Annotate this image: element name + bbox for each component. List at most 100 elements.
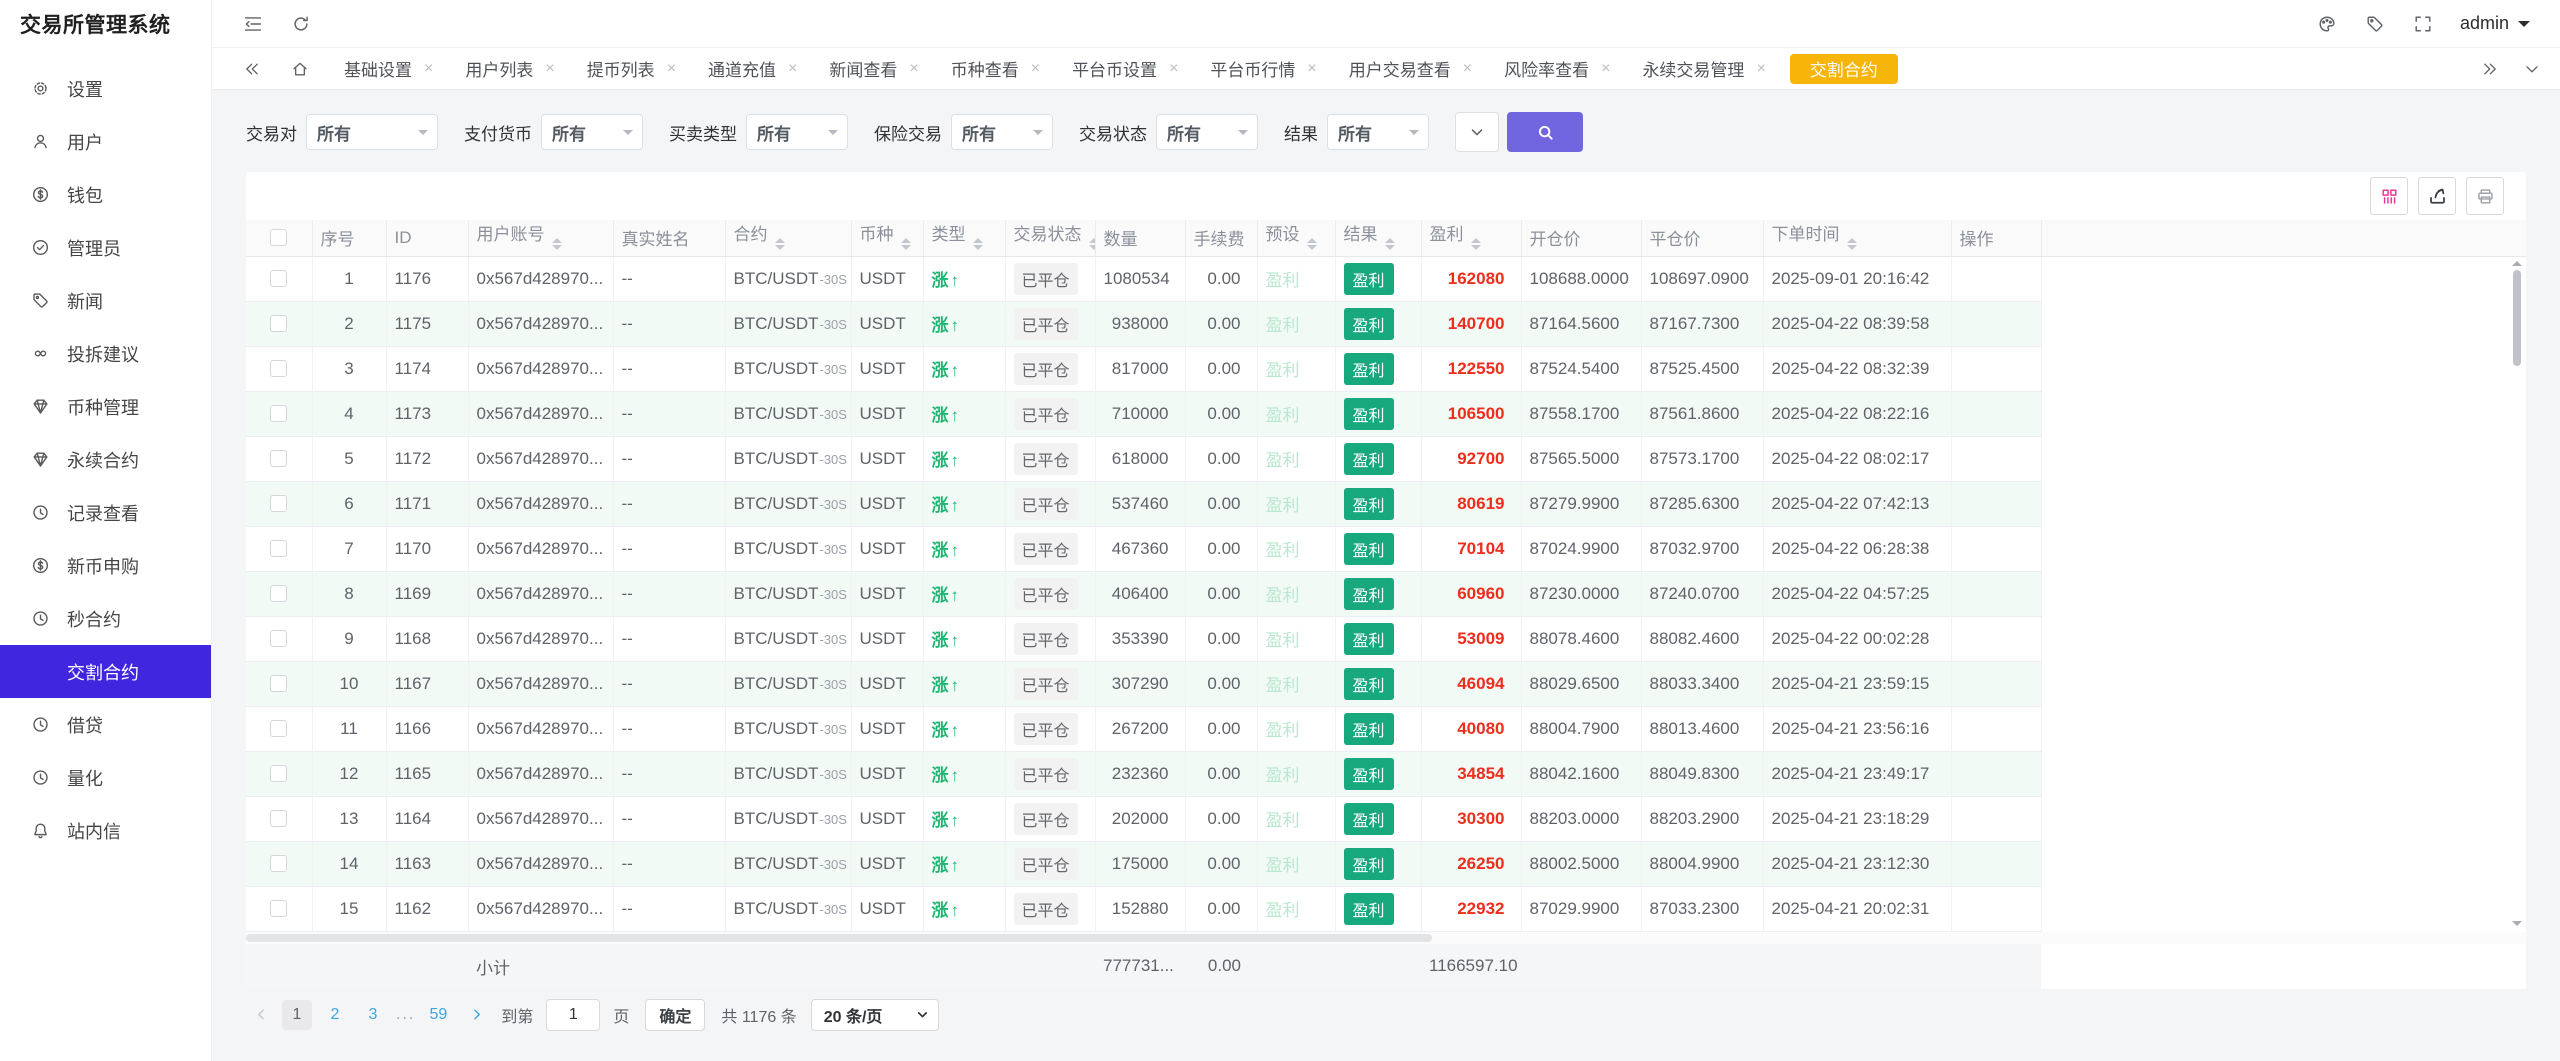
tab-close-icon[interactable]: × [424,61,433,77]
tab[interactable]: 用户交易查看× [1333,48,1488,90]
page-button-3[interactable]: 3 [358,1000,388,1030]
sort-icon[interactable] [1385,233,1395,255]
row-checkbox[interactable] [270,495,287,512]
row-checkbox[interactable] [270,765,287,782]
prev-page-button[interactable] [246,1000,276,1030]
row-checkbox[interactable] [270,630,287,647]
tabs-scroll-right-button[interactable] [2480,59,2500,79]
tab-close-icon[interactable]: × [1601,61,1610,77]
confirm-button[interactable]: 确定 [645,999,705,1031]
sidebar-item[interactable]: 秒合约 [0,592,211,645]
filter-select[interactable]: 所有 [951,114,1053,150]
sidebar-item[interactable]: 管理员 [0,221,211,274]
tab[interactable]: 风险率查看× [1488,48,1626,90]
column-header-preset[interactable]: 预设 [1257,220,1335,256]
sidebar-item[interactable]: 交割合约 [0,645,211,698]
tab-close-icon[interactable]: × [909,61,918,77]
sidebar-item[interactable]: 用户 [0,115,211,168]
tab[interactable]: 币种查看× [935,48,1056,90]
sidebar-item[interactable]: 记录查看 [0,486,211,539]
tab-close-icon[interactable]: × [1756,61,1765,77]
horizontal-scrollbar-thumb[interactable] [246,934,1432,942]
fullscreen-button[interactable] [2412,13,2434,35]
columns-toggle-button[interactable] [2370,177,2408,215]
tab[interactable]: 平台币设置× [1056,48,1194,90]
column-header-coin[interactable]: 币种 [851,220,923,256]
column-header-profit[interactable]: 盈利 [1421,220,1521,256]
filter-select[interactable]: 所有 [1327,114,1429,150]
sidebar-item[interactable]: 币种管理 [0,380,211,433]
tab-close-icon[interactable]: × [667,61,676,77]
sort-icon[interactable] [1307,233,1317,255]
sort-icon[interactable] [901,233,911,255]
tab[interactable]: 基础设置× [328,48,449,90]
filter-select[interactable]: 所有 [746,114,848,150]
tab-close-icon[interactable]: × [1463,61,1472,77]
search-button[interactable] [1507,112,1583,152]
row-checkbox[interactable] [270,900,287,917]
scroll-up-arrow[interactable] [2512,256,2522,266]
sort-icon[interactable] [775,233,785,255]
scroll-down-arrow[interactable] [2512,921,2522,931]
page-button-2[interactable]: 2 [320,1000,350,1030]
row-checkbox[interactable] [270,315,287,332]
filter-select[interactable]: 所有 [541,114,643,150]
sidebar-item[interactable]: 量化 [0,751,211,804]
select-all-checkbox[interactable] [270,229,287,246]
filter-select[interactable]: 所有 [1156,114,1258,150]
column-header-type[interactable]: 类型 [923,220,1005,256]
column-header-account[interactable]: 用户账号 [468,220,613,256]
row-checkbox[interactable] [270,810,287,827]
tab[interactable]: 平台币行情× [1194,48,1332,90]
row-checkbox[interactable] [270,270,287,287]
sidebar-collapse-button[interactable] [242,13,264,35]
tab[interactable]: 新闻查看× [813,48,934,90]
goto-page-input[interactable] [546,999,600,1031]
horizontal-scrollbar[interactable] [246,932,2526,944]
page-size-select[interactable]: 20 条/页 [811,999,939,1031]
tab-active[interactable]: 交割合约 [1790,54,1898,84]
next-page-button[interactable] [461,1000,491,1030]
row-checkbox[interactable] [270,540,287,557]
sidebar-item[interactable]: 站内信 [0,804,211,857]
sort-icon[interactable] [1471,233,1481,255]
sidebar-item[interactable]: 设置 [0,62,211,115]
column-header-contract[interactable]: 合约 [725,220,851,256]
vertical-scrollbar[interactable] [2511,256,2523,931]
filter-expand-button[interactable] [1455,112,1499,152]
refresh-button[interactable] [290,13,312,35]
sidebar-item[interactable]: 借贷 [0,698,211,751]
column-header-status[interactable]: 交易状态 [1005,220,1095,256]
home-tab[interactable] [278,59,322,79]
sort-icon[interactable] [973,233,983,255]
vertical-scrollbar-thumb[interactable] [2513,270,2521,366]
tab[interactable]: 永续交易管理× [1626,48,1781,90]
tab[interactable]: 提币列表× [571,48,692,90]
tab[interactable]: 通道充值× [692,48,813,90]
sidebar-item[interactable]: 新闻 [0,274,211,327]
theme-palette-button[interactable] [2316,13,2338,35]
sidebar-item[interactable]: 永续合约 [0,433,211,486]
tab-close-icon[interactable]: × [545,61,554,77]
tab-close-icon[interactable]: × [1169,61,1178,77]
tabs-menu-button[interactable] [2522,59,2542,79]
tag-button[interactable] [2364,13,2386,35]
tab-close-icon[interactable]: × [788,61,797,77]
sort-icon[interactable] [1089,233,1096,255]
print-button[interactable] [2466,177,2504,215]
user-menu[interactable]: admin [2460,13,2530,34]
tabs-scroll-left-button[interactable] [242,59,262,79]
export-button[interactable] [2418,177,2456,215]
sort-icon[interactable] [1847,233,1857,255]
row-checkbox[interactable] [270,405,287,422]
row-checkbox[interactable] [270,720,287,737]
column-header-result[interactable]: 结果 [1335,220,1421,256]
row-checkbox[interactable] [270,360,287,377]
row-checkbox[interactable] [270,675,287,692]
row-checkbox[interactable] [270,585,287,602]
row-checkbox[interactable] [270,855,287,872]
filter-select[interactable]: 所有 [306,114,438,150]
tab-close-icon[interactable]: × [1031,61,1040,77]
page-button-1[interactable]: 1 [282,1000,312,1030]
column-header-time[interactable]: 下单时间 [1763,220,1951,256]
